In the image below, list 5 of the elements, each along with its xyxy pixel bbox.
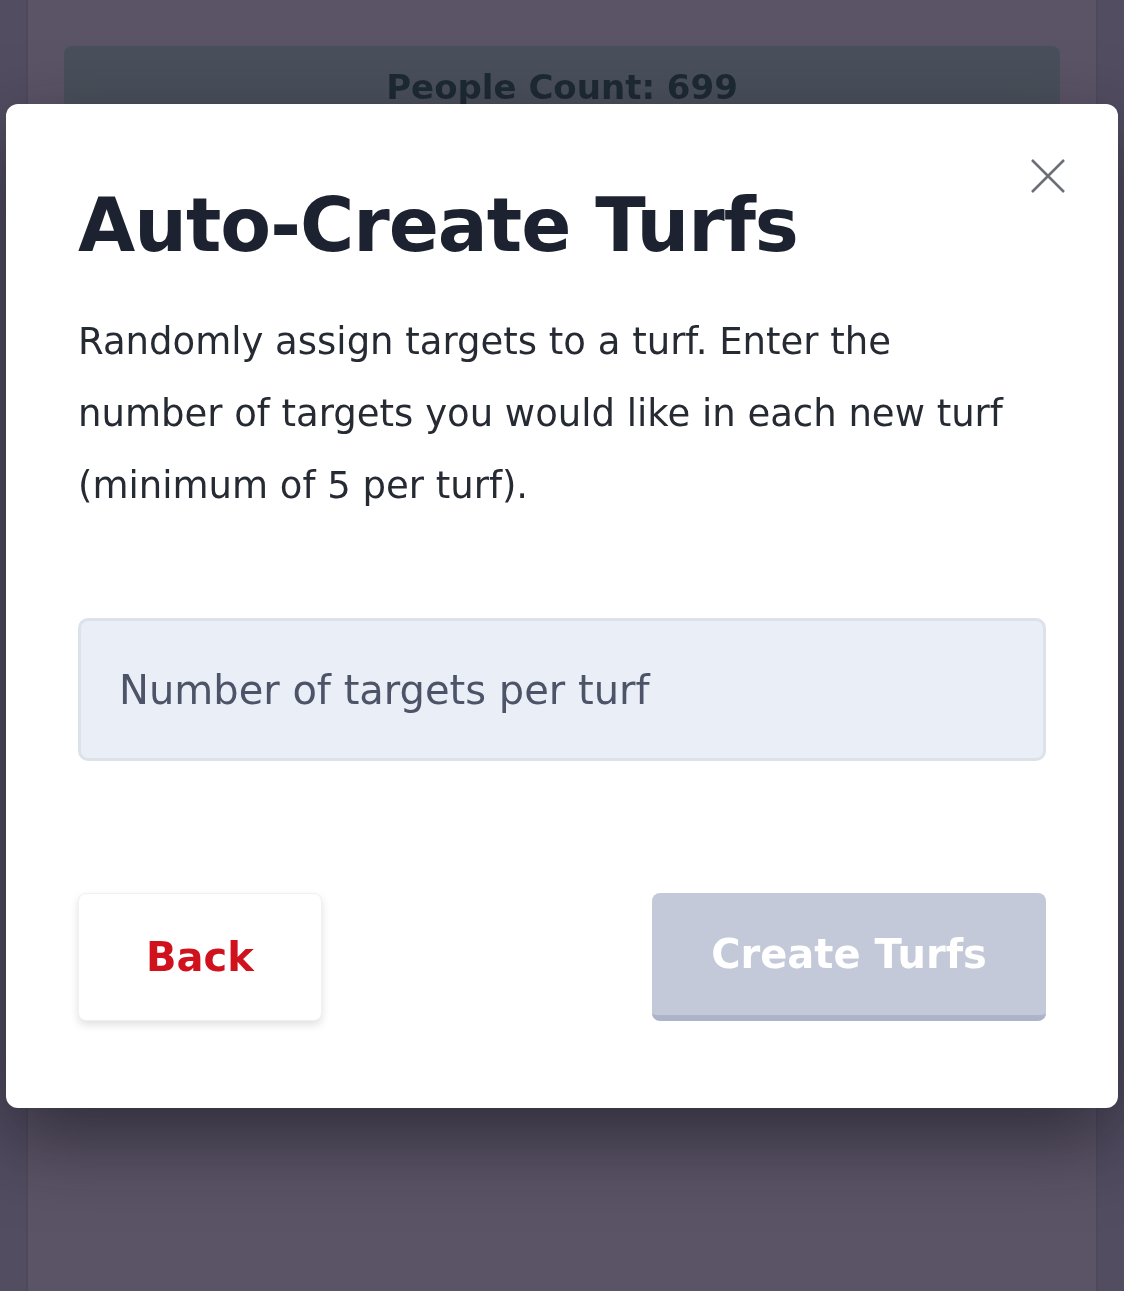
dialog-title: Auto-Create Turfs [78, 181, 799, 270]
dialog-description: Randomly assign targets to a turf. Enter the number of targets you would like in each new turf (minimum of 5 per turf). [78, 319, 1005, 509]
targets-per-turf-field[interactable]: Number of targets per turf [78, 618, 1046, 761]
close-icon[interactable] [1030, 158, 1066, 194]
back-button[interactable]: Back [78, 893, 322, 1021]
